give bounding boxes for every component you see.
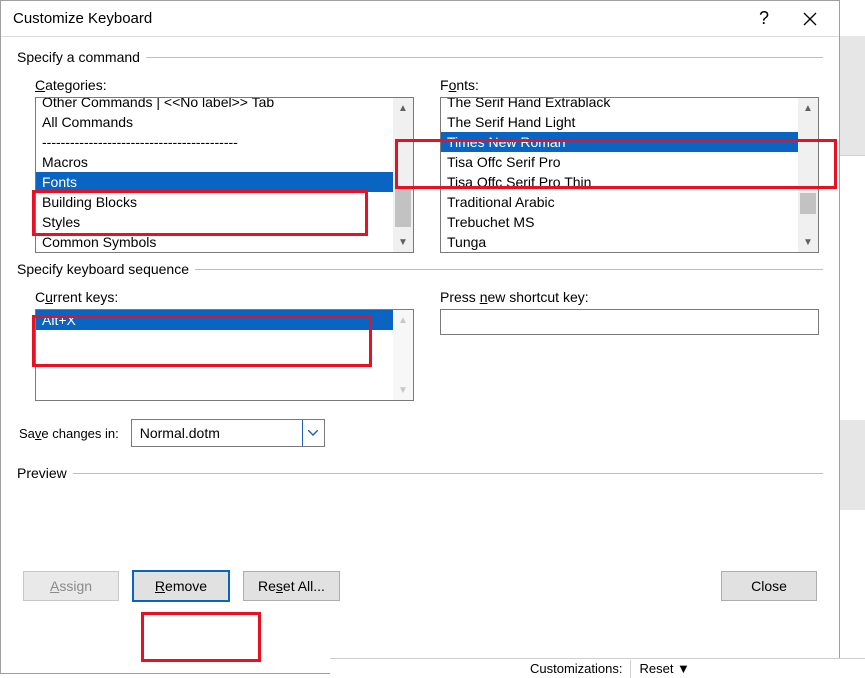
specify-command-legend: Specify a command	[17, 49, 146, 65]
close-window-button[interactable]	[787, 4, 833, 34]
fonts-list-item[interactable]: Times New Roman	[441, 132, 818, 152]
reset-dropdown[interactable]: Reset ▼	[639, 661, 689, 676]
specify-sequence-legend: Specify keyboard sequence	[17, 261, 195, 277]
categories-list-item[interactable]: Common Symbols	[36, 232, 413, 252]
remove-button[interactable]: Remove	[133, 571, 229, 601]
scroll-thumb[interactable]	[800, 193, 816, 214]
categories-label: Categories:	[35, 77, 414, 93]
new-shortcut-input[interactable]	[440, 309, 819, 335]
titlebar: Customize Keyboard ?	[1, 1, 839, 37]
background-strip	[840, 420, 865, 510]
specify-sequence-group: Specify keyboard sequence Current keys: …	[17, 261, 823, 457]
currentkeys-list-item[interactable]: Alt+X	[36, 310, 393, 330]
scrollbar[interactable]: ▲ ▼	[393, 98, 413, 252]
help-button[interactable]: ?	[741, 4, 787, 34]
fonts-label: Fonts:	[440, 77, 819, 93]
fonts-list-item[interactable]: Tisa Offc Serif Pro Thin	[441, 172, 818, 192]
categories-list-item[interactable]: Other Commands | <<No label>> Tab	[36, 97, 413, 112]
fonts-list-item[interactable]: Tisa Offc Serif Pro	[441, 152, 818, 172]
scroll-up-icon: ▲	[393, 310, 413, 330]
scroll-up-icon[interactable]: ▲	[798, 98, 818, 118]
categories-list-item[interactable]: Building Blocks	[36, 192, 413, 212]
categories-list-item[interactable]: Macros	[36, 152, 413, 172]
categories-list-item[interactable]: Fonts	[36, 172, 413, 192]
current-keys-listbox[interactable]: Alt+X ▲ ▼	[35, 309, 414, 401]
dialog-title: Customize Keyboard	[13, 10, 741, 27]
chevron-down-icon[interactable]	[302, 420, 324, 446]
preview-legend: Preview	[17, 465, 73, 481]
current-keys-label: Current keys:	[35, 289, 414, 305]
categories-list-item[interactable]: All Commands	[36, 112, 413, 132]
fonts-list-item[interactable]: The Serif Hand Extrablack	[441, 97, 818, 112]
close-button[interactable]: Close	[721, 571, 817, 601]
scroll-down-icon[interactable]: ▼	[798, 232, 818, 252]
scroll-down-icon[interactable]: ▼	[393, 232, 413, 252]
scrollbar[interactable]: ▲ ▼	[798, 98, 818, 252]
new-shortcut-label: Press new shortcut key:	[440, 289, 819, 305]
fonts-listbox[interactable]: The Serif Hand ExtrablackThe Serif Hand …	[440, 97, 819, 253]
save-changes-label: Save changes in:	[19, 426, 119, 441]
customize-keyboard-dialog: Customize Keyboard ? Specify a command C…	[0, 0, 840, 674]
categories-list-item[interactable]: Styles	[36, 212, 413, 232]
background-strip	[840, 36, 865, 156]
fonts-list-item[interactable]: Trebuchet MS	[441, 212, 818, 232]
categories-listbox[interactable]: Other Commands | <<No label>> TabAll Com…	[35, 97, 414, 253]
dialog-buttons: Assign Remove Reset All... Close	[17, 543, 823, 601]
preview-group: Preview	[17, 465, 823, 535]
save-changes-value: Normal.dotm	[132, 425, 302, 441]
scroll-up-icon[interactable]: ▲	[393, 98, 413, 118]
reset-all-button[interactable]: Reset All...	[243, 571, 340, 601]
fonts-list-item[interactable]: The Serif Hand Light	[441, 112, 818, 132]
categories-list-item[interactable]: ----------------------------------------…	[36, 132, 413, 152]
save-changes-select[interactable]: Normal.dotm	[131, 419, 325, 447]
specify-command-group: Specify a command Categories: Other Comm…	[17, 49, 823, 253]
close-icon	[803, 12, 817, 26]
scroll-thumb[interactable]	[395, 186, 411, 227]
scrollbar[interactable]: ▲ ▼	[393, 310, 413, 400]
assign-button: Assign	[23, 571, 119, 601]
fonts-list-item[interactable]: Traditional Arabic	[441, 192, 818, 212]
scroll-down-icon: ▼	[393, 380, 413, 400]
ribbon-footer-peek: Customizations: Reset ▼	[330, 658, 865, 678]
customizations-label: Customizations:	[530, 661, 622, 676]
fonts-list-item[interactable]: Tunga	[441, 232, 818, 252]
